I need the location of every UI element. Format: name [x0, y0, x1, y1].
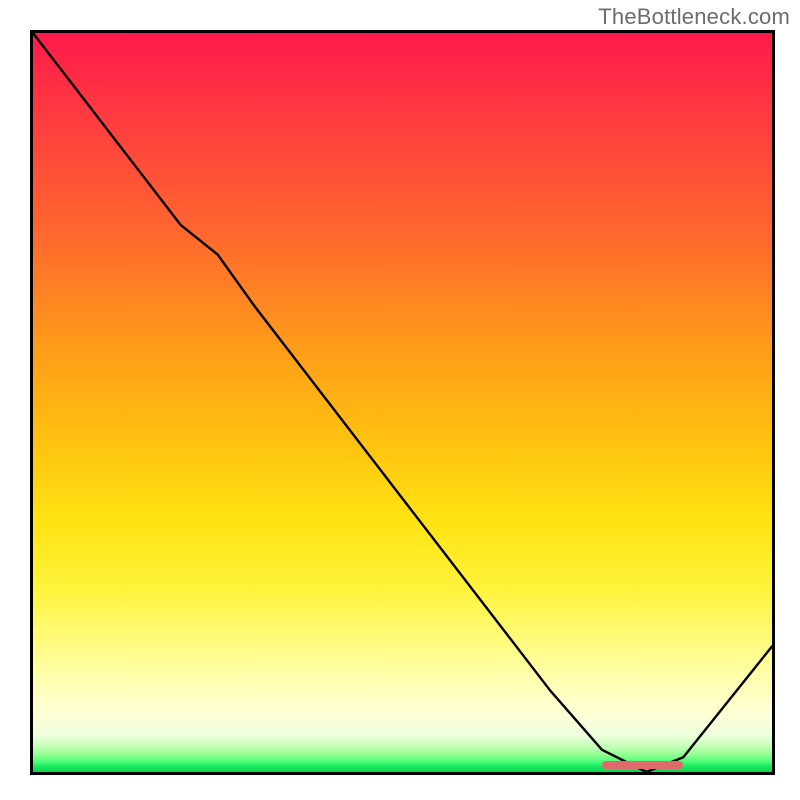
- bottleneck-curve: [33, 33, 772, 772]
- curve-path: [33, 33, 772, 772]
- attribution-text: TheBottleneck.com: [598, 4, 790, 30]
- chart-frame: [30, 30, 775, 775]
- optimal-range-marker: [602, 761, 683, 769]
- chart-gradient-area: [33, 33, 772, 772]
